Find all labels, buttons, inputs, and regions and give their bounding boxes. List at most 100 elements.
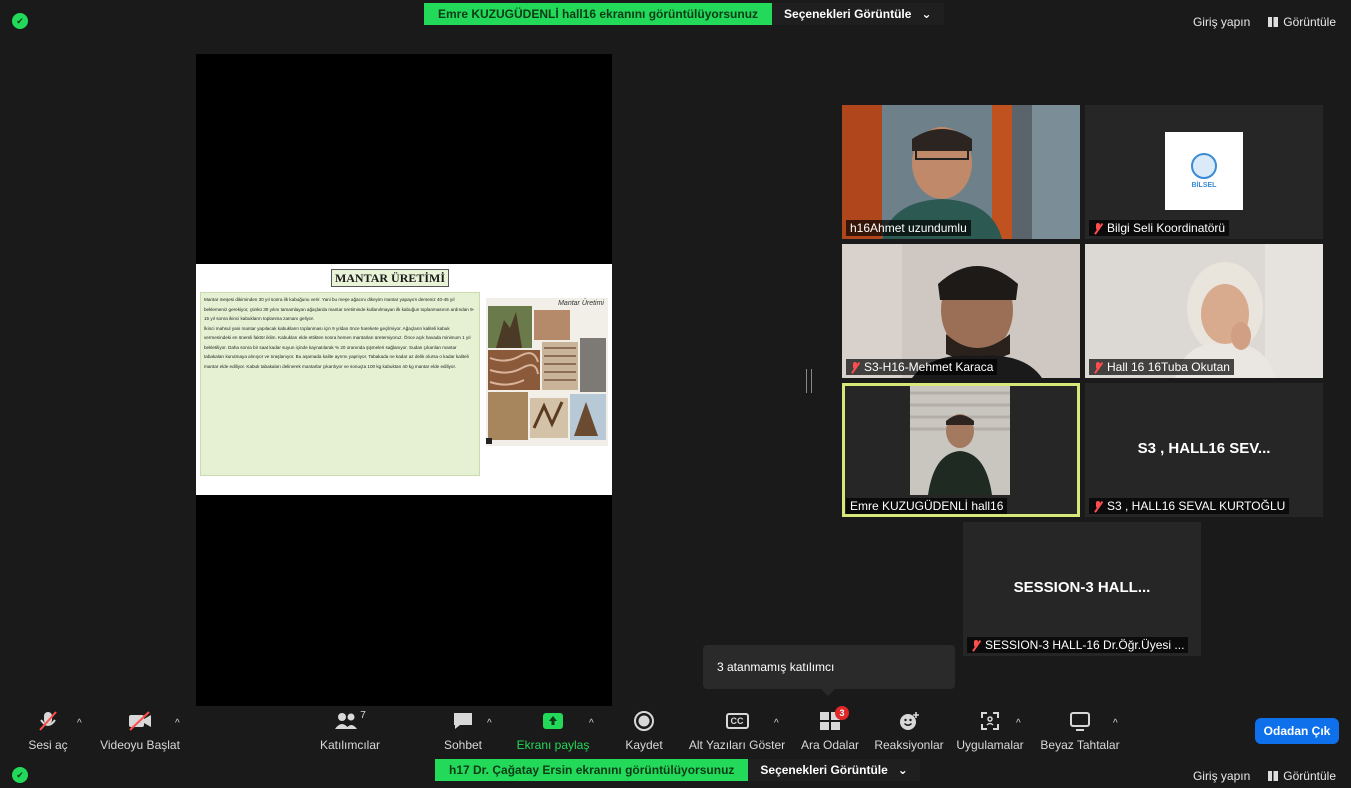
view-label: Görüntüle <box>1283 769 1336 783</box>
show-captions-label: Alt Yazıları Göster <box>688 738 786 752</box>
video-off-icon <box>127 710 153 732</box>
bottom-right-controls: Giriş yapın Görüntüle <box>1193 769 1336 783</box>
participant-name-label: h16Ahmet uzundumlu <box>846 220 971 236</box>
image-caption: Mantar Üretimi <box>558 300 604 307</box>
security-shield-icon[interactable]: ✔ <box>12 13 28 29</box>
view-button[interactable]: Görüntüle <box>1268 15 1336 29</box>
participant-name: h16Ahmet uzundumlu <box>850 221 967 235</box>
mushroom-collage-image: Mantar Üretimi <box>486 298 608 446</box>
participant-tile[interactable]: S3-H16-Mehmet Karaca <box>842 244 1080 378</box>
view-options-button[interactable]: Seçenekleri Görüntüle ⌄ <box>772 3 944 25</box>
participant-video <box>842 105 1080 239</box>
share-screen-button[interactable]: Ekranı paylaş <box>515 706 591 758</box>
audio-options-caret-icon[interactable]: ^ <box>77 718 82 729</box>
unmute-button[interactable]: Sesi aç <box>24 706 72 758</box>
logo-text: BİLSEL <box>1191 182 1217 189</box>
mic-muted-icon <box>1093 500 1103 512</box>
whiteboards-label: Beyaz Tahtalar <box>1040 738 1120 752</box>
share-screen-label: Ekranı paylaş <box>516 738 590 752</box>
record-label: Kaydet <box>625 738 663 752</box>
active-speaker-tile[interactable]: Emre KUZUGÜDENLİ hall16 <box>842 383 1080 517</box>
participants-label: Katılımcılar <box>319 738 380 752</box>
shared-screen[interactable]: MANTAR ÜRETİMİ Mantar meşesi dikiminden … <box>196 54 612 706</box>
view-options-button[interactable]: Seçenekleri Görüntüle ⌄ <box>748 759 920 781</box>
signin-link[interactable]: Giriş yapın <box>1193 15 1250 29</box>
breakout-rooms-icon: 3 <box>819 706 849 732</box>
participant-name: Hall 16 16Tuba Okutan <box>1107 360 1230 374</box>
view-options-label: Seçenekleri Görüntüle <box>784 7 912 21</box>
record-button[interactable]: Kaydet <box>620 706 668 758</box>
participant-name: Bilgi Seli Koordinatörü <box>1107 221 1226 235</box>
participant-name: S3 , HALL16 SEVAL KURTOĞLU <box>1107 499 1286 513</box>
chat-label: Sohbet <box>443 738 483 752</box>
captions-options-caret-icon[interactable]: ^ <box>774 718 779 729</box>
signin-link[interactable]: Giriş yapın <box>1193 769 1250 783</box>
participant-tile[interactable]: SESSION-3 HALL... SESSION-3 HALL-16 Dr.Ö… <box>963 522 1201 656</box>
apps-options-caret-icon[interactable]: ^ <box>1016 718 1021 729</box>
participants-button[interactable]: 7 Katılımcılar <box>310 706 390 758</box>
closed-captions-icon: CC <box>725 710 749 732</box>
breakout-rooms-button[interactable]: 3 Ara Odalar <box>798 706 862 758</box>
participant-tile[interactable]: h16Ahmet uzundumlu <box>842 105 1080 239</box>
reactions-button[interactable]: Reaksiyonlar <box>874 706 944 758</box>
chevron-down-icon: ⌄ <box>921 7 932 21</box>
participant-name-label: SESSION-3 HALL-16 Dr.Öğr.Üyesi ... <box>967 637 1189 653</box>
participant-name-label: Emre KUZUGÜDENLİ hall16 <box>846 498 1008 514</box>
participant-tile[interactable]: BİLSEL Bilgi Seli Koordinatörü <box>1085 105 1323 239</box>
grid-view-icon <box>1268 771 1279 781</box>
sharing-message: Emre KUZUGÜDENLİ hall16 ekranını görüntü… <box>424 3 773 25</box>
mic-muted-icon <box>850 361 860 373</box>
unassigned-participants-tooltip: 3 atanmamış katılımcı <box>703 645 955 696</box>
participant-display-name: S3 , HALL16 SEV... <box>1137 439 1271 457</box>
whiteboard-options-caret-icon[interactable]: ^ <box>1113 718 1118 729</box>
record-icon <box>633 710 655 732</box>
participants-count: 7 <box>360 710 366 721</box>
cc-icon-text: CC <box>725 713 749 729</box>
participant-tile[interactable]: S3 , HALL16 SEV... S3 , HALL16 SEVAL KUR… <box>1085 383 1323 517</box>
participant-name: Emre KUZUGÜDENLİ hall16 <box>850 499 1004 513</box>
sharing-message: h17 Dr. Çağatay Ersin ekranını görüntülü… <box>435 759 749 781</box>
participant-name-label: S3 , HALL16 SEVAL KURTOĞLU <box>1089 498 1290 514</box>
participant-video <box>1085 244 1323 378</box>
participant-name: S3-H16-Mehmet Karaca <box>864 360 994 374</box>
participant-name-label: Hall 16 16Tuba Okutan <box>1089 359 1234 375</box>
meeting-toolbar: Sesi aç ^ Videoyu Başlat ^ 7 Katılımcıla… <box>0 706 1351 758</box>
view-label: Görüntüle <box>1283 15 1336 29</box>
view-button[interactable]: Görüntüle <box>1268 769 1336 783</box>
show-captions-button[interactable]: CC Alt Yazıları Göster <box>688 706 786 758</box>
chat-icon <box>452 710 474 732</box>
mic-muted-icon <box>1093 222 1103 234</box>
document-text: Mantar meşesi dikiminden 30 yıl sonra il… <box>200 292 480 476</box>
bilsel-logo-emblem <box>1191 153 1217 179</box>
mic-muted-icon <box>971 639 981 651</box>
security-shield-icon[interactable]: ✔ <box>12 767 28 783</box>
leave-room-button[interactable]: Odadan Çık <box>1255 718 1339 744</box>
view-options-label: Seçenekleri Görüntüle <box>760 763 888 777</box>
grid-view-icon <box>1268 17 1279 27</box>
participant-display-name: SESSION-3 HALL... <box>1013 578 1151 596</box>
participant-name-label: Bilgi Seli Koordinatörü <box>1089 220 1230 236</box>
apps-button[interactable]: Uygulamalar <box>955 706 1025 758</box>
participant-name: SESSION-3 HALL-16 Dr.Öğr.Üyesi ... <box>985 638 1185 652</box>
chevron-down-icon: ⌄ <box>897 763 908 777</box>
share-options-caret-icon[interactable]: ^ <box>589 718 594 729</box>
start-video-button[interactable]: Videoyu Başlat <box>98 706 182 758</box>
shared-document: MANTAR ÜRETİMİ Mantar meşesi dikiminden … <box>196 264 612 495</box>
mic-muted-icon <box>1093 361 1103 373</box>
chat-button[interactable]: Sohbet <box>438 706 488 758</box>
reactions-label: Reaksiyonlar <box>874 738 944 752</box>
participant-video <box>842 383 1080 517</box>
participant-name-label: S3-H16-Mehmet Karaca <box>846 359 998 375</box>
video-options-caret-icon[interactable]: ^ <box>175 718 180 729</box>
whiteboards-button[interactable]: Beyaz Tahtalar <box>1040 706 1120 758</box>
whiteboard-icon <box>1069 710 1091 732</box>
participant-tile[interactable]: Hall 16 16Tuba Okutan <box>1085 244 1323 378</box>
participant-video <box>842 244 1080 378</box>
start-video-label: Videoyu Başlat <box>100 738 180 752</box>
mic-muted-icon <box>37 710 59 732</box>
chat-options-caret-icon[interactable]: ^ <box>487 718 492 729</box>
panel-resize-handle[interactable] <box>806 369 812 393</box>
document-paragraph-1: Mantar meşesi dikiminden 30 yıl sonra il… <box>204 297 475 321</box>
top-right-controls: Giriş yapın Görüntüle <box>1193 15 1336 29</box>
breakout-badge: 3 <box>835 706 849 720</box>
